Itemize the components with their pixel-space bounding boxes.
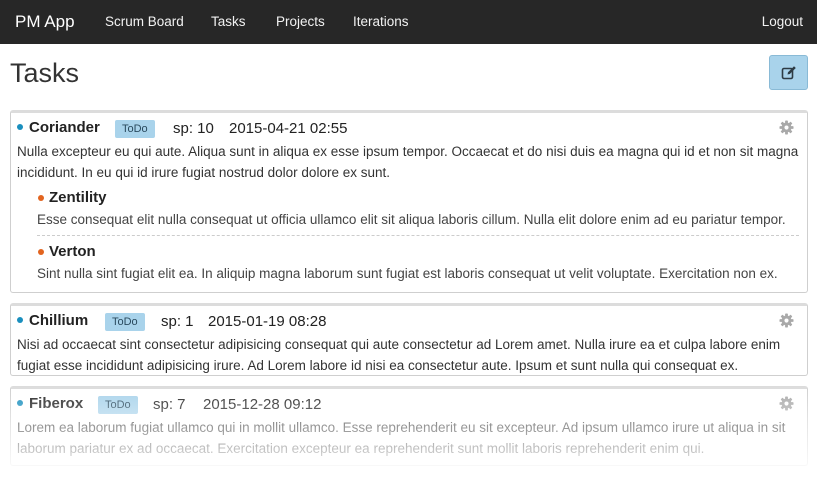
status-badge: ToDo: [115, 120, 155, 138]
story-points: sp: 1: [161, 313, 194, 330]
nav-tasks[interactable]: Tasks: [211, 14, 246, 29]
subtask-description: Sint nulla sint fugiat elit ea. In aliqu…: [37, 266, 778, 281]
task-card[interactable]: Fiberox ToDo sp: 7 2015-12-28 09:12 Lore…: [10, 386, 808, 466]
nav-iterations[interactable]: Iterations: [353, 14, 409, 29]
app-brand[interactable]: PM App: [15, 12, 75, 32]
page-title: Tasks: [10, 58, 80, 88]
nav-projects[interactable]: Projects: [276, 14, 325, 29]
task-bullet-icon: [17, 400, 23, 406]
story-points: sp: 10: [173, 120, 214, 137]
task-card[interactable]: Chillium ToDo sp: 1 2015-01-19 08:28 Nis…: [10, 303, 808, 376]
task-bullet-icon: [17, 317, 23, 323]
task-name[interactable]: Chillium: [29, 312, 88, 329]
task-name[interactable]: Coriander: [29, 119, 100, 136]
nav-scrum-board[interactable]: Scrum Board: [105, 14, 184, 29]
subtask-name[interactable]: Verton: [49, 243, 96, 260]
status-badge: ToDo: [98, 396, 138, 414]
top-navbar: PM App Scrum Board Tasks Projects Iterat…: [0, 0, 817, 44]
subtask-name[interactable]: Zentility: [49, 189, 107, 206]
task-bullet-icon: [17, 124, 23, 130]
subtask-divider: [37, 235, 799, 236]
gear-icon[interactable]: [779, 120, 794, 135]
task-date: 2015-12-28 09:12: [203, 396, 322, 413]
subtask-bullet-icon: [38, 195, 44, 201]
subtask-bullet-icon: [38, 249, 44, 255]
task-date: 2015-01-19 08:28: [208, 313, 327, 330]
subtask-description: Esse consequat elit nulla consequat ut o…: [37, 212, 786, 227]
task-name[interactable]: Fiberox: [29, 395, 83, 412]
gear-icon[interactable]: [779, 396, 794, 411]
task-card[interactable]: Coriander ToDo sp: 10 2015-04-21 02:55 N…: [10, 110, 808, 293]
edit-icon: [781, 66, 796, 80]
task-description: Nulla excepteur eu qui aute. Aliqua sunt…: [17, 144, 799, 180]
logout-link[interactable]: Logout: [762, 14, 803, 29]
status-badge: ToDo: [105, 313, 145, 331]
story-points: sp: 7: [153, 396, 186, 413]
task-description: Nisi ad occaecat sint consectetur adipis…: [17, 337, 781, 373]
task-description: Lorem ea laborum fugiat ullamco qui in m…: [17, 420, 786, 456]
new-task-button[interactable]: [769, 55, 808, 90]
task-date: 2015-04-21 02:55: [229, 120, 348, 137]
gear-icon[interactable]: [779, 313, 794, 328]
